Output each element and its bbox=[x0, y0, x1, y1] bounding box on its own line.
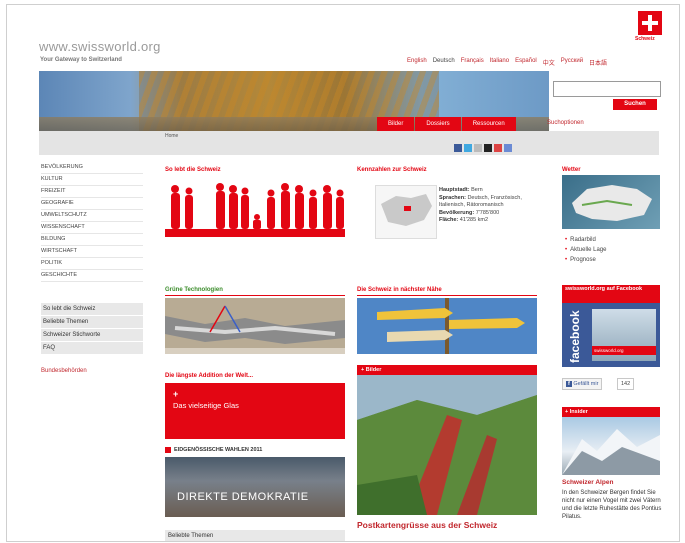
weather-link-radar[interactable]: • Radarbild bbox=[565, 235, 606, 245]
divider bbox=[165, 295, 345, 296]
world-map-image bbox=[375, 185, 437, 239]
glass-teaser-label: Das vielseitige Glas bbox=[173, 401, 239, 410]
weather-links: • Radarbild • Aktuelle Lage • Prognose bbox=[565, 235, 606, 265]
email-icon[interactable] bbox=[494, 144, 502, 152]
facebook-header[interactable]: swissworld.org auf Facebook bbox=[562, 285, 660, 303]
nav-faq[interactable]: FAQ bbox=[41, 342, 143, 354]
breadcrumb-bar bbox=[39, 131, 659, 155]
popular-topics-tab[interactable]: Beliebte Themen bbox=[165, 530, 345, 541]
lang-russian[interactable]: Русский bbox=[561, 58, 583, 67]
lang-japanese[interactable]: 日本語 bbox=[589, 58, 607, 67]
section-title-laengste-addition[interactable]: Die längste Addition der Welt... bbox=[165, 373, 253, 379]
like-button[interactable]: f Gefällt mir bbox=[562, 378, 603, 390]
swiss-cross-small-icon bbox=[165, 447, 171, 453]
switzerland-map-graphic bbox=[572, 185, 652, 221]
insider-header[interactable]: + Insider bbox=[562, 407, 660, 417]
subnav-dossiers[interactable]: Dossiers bbox=[415, 117, 461, 131]
nav-beliebte-themen[interactable]: Beliebte Themen bbox=[41, 316, 143, 328]
nav-so-lebt-die-schweiz[interactable]: So lebt die Schweiz bbox=[41, 303, 143, 315]
share-icons bbox=[454, 144, 512, 152]
subnav-bilder[interactable]: Bilder bbox=[377, 117, 415, 131]
breadcrumb-home[interactable]: Home bbox=[165, 133, 178, 139]
search-button[interactable]: Suchen bbox=[613, 99, 657, 110]
fact-population: Bevölkerung: 7'785'800 bbox=[439, 209, 500, 216]
search-input[interactable] bbox=[553, 81, 661, 97]
elections-banner-image[interactable]: DIREKTE DEMOKRATIE bbox=[165, 457, 345, 517]
map-graphic bbox=[381, 194, 432, 226]
section-title-so-lebt[interactable]: So lebt die Schweiz bbox=[165, 167, 221, 173]
nav-item-wirtschaft[interactable]: WIRTSCHAFT bbox=[41, 246, 143, 258]
lang-francais[interactable]: Français bbox=[461, 58, 484, 67]
facebook-share-icon[interactable] bbox=[454, 144, 462, 152]
section-title-kennzahlen[interactable]: Kennzahlen zur Schweiz bbox=[357, 167, 427, 173]
insider-title[interactable]: Schweizer Alpen bbox=[562, 479, 613, 486]
fact-area: Fläche: 41'285 km2 bbox=[439, 217, 489, 223]
nav-item-freizeit[interactable]: FREIZEIT bbox=[41, 186, 143, 198]
weather-link-lage[interactable]: • Aktuelle Lage bbox=[565, 245, 606, 255]
left-navigation: BEVÖLKERUNG KULTUR FREIZEIT GEOGRAFIE UM… bbox=[41, 162, 143, 282]
lang-espanol[interactable]: Español bbox=[515, 58, 537, 67]
section-title-gruene-technologien[interactable]: Grüne Technologien bbox=[165, 287, 223, 293]
page-frame: www.swissworld.org Your Gateway to Switz… bbox=[6, 4, 680, 542]
lang-chinese[interactable]: 中文 bbox=[543, 58, 555, 67]
elections-heading[interactable]: EIDGENÖSSISCHE WAHLEN 2011 bbox=[165, 447, 262, 453]
insider-text: In den Schweizer Bergen findet Sie nicht… bbox=[562, 490, 662, 520]
lang-italiano[interactable]: Italiano bbox=[490, 58, 509, 67]
signpost-image[interactable] bbox=[357, 298, 537, 354]
flag-caption: Schweiz bbox=[635, 36, 655, 42]
nav-item-wissenschaft[interactable]: WISSENSCHAFT bbox=[41, 222, 143, 234]
site-logo-url[interactable]: www.swissworld.org bbox=[39, 39, 161, 54]
nav-schweizer-stichworte[interactable]: Schweizer Stichworte bbox=[41, 329, 143, 341]
secondary-navigation: So lebt die Schweiz Beliebte Themen Schw… bbox=[41, 303, 143, 355]
facebook-preview-image: swissworld.org bbox=[592, 309, 656, 361]
insider-header-label: Insider bbox=[569, 409, 588, 415]
nav-item-kultur[interactable]: KULTUR bbox=[41, 174, 143, 186]
weather-map-image[interactable] bbox=[562, 175, 660, 229]
green-tech-image[interactable] bbox=[165, 298, 345, 354]
print-icon[interactable] bbox=[474, 144, 482, 152]
people-silhouettes-image[interactable] bbox=[165, 177, 345, 237]
nav-item-bevoelkerung[interactable]: BEVÖLKERUNG bbox=[41, 162, 143, 174]
fact-languages: Sprachen: Deutsch, Französisch, Italieni… bbox=[439, 194, 522, 209]
like-label: Gefällt mir bbox=[573, 381, 599, 387]
bilder-header-label: Bilder bbox=[365, 367, 382, 373]
section-title-naechste-naehe[interactable]: Die Schweiz in nächster Nähe bbox=[357, 287, 442, 293]
bookmark-icon[interactable] bbox=[504, 144, 512, 152]
nav-item-geografie[interactable]: GEOGRAFIE bbox=[41, 198, 143, 210]
weather-link-prognose[interactable]: • Prognose bbox=[565, 255, 606, 265]
language-switcher: English Deutsch Français Italiano Españo… bbox=[407, 58, 607, 67]
facebook-caption: swissworld.org bbox=[592, 346, 656, 355]
alpine-photo-image[interactable] bbox=[357, 375, 537, 515]
nav-item-geschichte[interactable]: GESCHICHTE bbox=[41, 270, 143, 282]
facebook-wordmark: facebook bbox=[568, 310, 582, 363]
swiss-flag-icon bbox=[638, 11, 662, 35]
alps-photo-image[interactable] bbox=[562, 417, 660, 475]
site-tagline: Your Gateway to Switzerland bbox=[40, 57, 122, 63]
lang-english[interactable]: English bbox=[407, 58, 427, 67]
nav-item-bildung[interactable]: BILDUNG bbox=[41, 234, 143, 246]
facebook-f-icon: f bbox=[566, 381, 572, 387]
nav-item-politik[interactable]: POLITIK bbox=[41, 258, 143, 270]
section-title-wetter[interactable]: Wetter bbox=[562, 167, 581, 173]
postcard-title[interactable]: Postkartengrüsse aus der Schweiz bbox=[357, 520, 497, 530]
key-facts: Hauptstadt: Bern Sprachen: Deutsch, Fran… bbox=[439, 187, 539, 225]
authorities-link[interactable]: Bundesbehörden bbox=[41, 368, 87, 374]
elections-title: EIDGENÖSSISCHE WAHLEN 2011 bbox=[174, 447, 263, 453]
subnav-ressourcen[interactable]: Ressourcen bbox=[461, 117, 516, 131]
bilder-header[interactable]: + Bilder bbox=[357, 365, 537, 375]
glass-teaser-box[interactable]: + Das vielseitige Glas bbox=[165, 383, 345, 439]
twitter-share-icon[interactable] bbox=[464, 144, 472, 152]
facebook-logo-icon: facebook bbox=[564, 309, 586, 365]
divider bbox=[357, 295, 537, 296]
delicious-icon[interactable] bbox=[484, 144, 492, 152]
search-options-link[interactable]: Suchoptionen bbox=[547, 120, 584, 126]
like-count: 142 bbox=[617, 378, 635, 390]
sub-navigation: Bilder Dossiers Ressourcen bbox=[377, 117, 517, 131]
plus-icon: + bbox=[173, 389, 179, 399]
mountain-graphic bbox=[562, 429, 660, 475]
lang-deutsch[interactable]: Deutsch bbox=[433, 58, 455, 67]
fact-capital: Hauptstadt: Bern bbox=[439, 187, 483, 193]
nav-item-umweltschutz[interactable]: UMWELTSCHUTZ bbox=[41, 210, 143, 222]
elections-banner-text: DIREKTE DEMOKRATIE bbox=[177, 491, 309, 503]
